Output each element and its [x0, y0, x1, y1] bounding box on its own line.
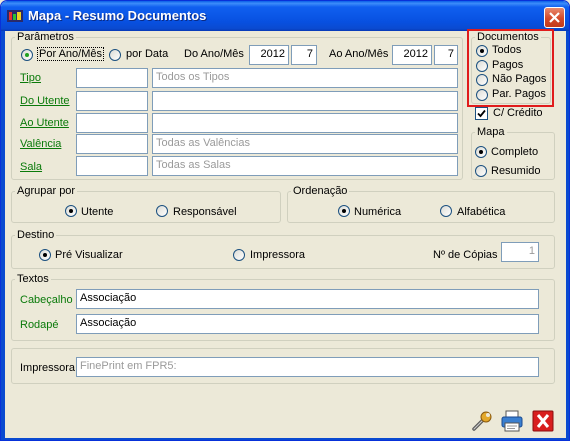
impressora-field: FinePrint em FPR5: — [76, 357, 539, 377]
valencia-description-field: Todas as Valências — [152, 134, 458, 154]
do-utente-description-field — [152, 91, 458, 111]
tipo-link[interactable]: Tipo — [20, 72, 41, 84]
radio-por-ano-mes[interactable] — [21, 49, 33, 61]
radio-nao-pagos[interactable] — [476, 74, 488, 86]
tipo-description-field: Todos os Tipos — [152, 68, 458, 88]
radio-responsavel[interactable] — [156, 205, 168, 217]
ao-utente-description-field — [152, 113, 458, 133]
do-mes-input[interactable]: 7 — [291, 45, 317, 65]
window-frame — [566, 31, 569, 440]
title-bar[interactable]: Mapa - Resumo Documentos — [1, 1, 569, 31]
checkmark-icon — [477, 109, 486, 118]
radio-impressora[interactable] — [233, 249, 245, 261]
rodape-label: Rodapé — [20, 319, 59, 331]
ordenacao-legend: Ordenação — [293, 185, 348, 197]
radio-impressora-label[interactable]: Impressora — [250, 249, 305, 261]
ao-ano-input[interactable]: 2012 — [392, 45, 432, 65]
cabecalho-input[interactable]: Associação — [76, 289, 539, 309]
agrupar-legend: Agrupar por — [17, 185, 76, 197]
ao-utente-link[interactable]: Ao Utente — [20, 117, 69, 129]
destino-legend: Destino — [17, 229, 55, 241]
radio-por-data[interactable] — [109, 49, 121, 61]
radio-utente[interactable] — [65, 205, 77, 217]
radio-completo-label[interactable]: Completo — [491, 146, 538, 158]
exit-icon[interactable] — [531, 409, 555, 433]
radio-numerica-label[interactable]: Numérica — [354, 206, 401, 218]
radio-completo[interactable] — [475, 146, 487, 158]
valencia-code-input[interactable] — [76, 134, 148, 154]
radio-todos-label[interactable]: Todos — [492, 44, 521, 56]
radio-todos[interactable] — [476, 45, 488, 57]
credito-checkbox[interactable] — [475, 107, 488, 120]
radio-alfabetica-label[interactable]: Alfabética — [457, 206, 505, 218]
radio-par-pagos-label[interactable]: Par. Pagos — [492, 88, 546, 100]
credito-label[interactable]: C/ Crédito — [493, 107, 543, 119]
sala-link[interactable]: Sala — [20, 161, 42, 173]
radio-pagos-label[interactable]: Pagos — [492, 59, 523, 71]
ao-ano-mes-label: Ao Ano/Mês — [329, 48, 389, 60]
impressora-label: Impressora — [20, 362, 76, 374]
radio-alfabetica[interactable] — [440, 205, 452, 217]
close-window-button[interactable] — [544, 7, 565, 28]
do-utente-link[interactable]: Do Utente — [20, 95, 70, 107]
copias-input[interactable]: 1 — [501, 242, 539, 262]
mapa-legend: Mapa — [477, 126, 505, 138]
close-icon — [549, 12, 560, 23]
rodape-input[interactable]: Associação — [76, 314, 539, 334]
radio-pre-visualizar[interactable] — [39, 249, 51, 261]
window-title: Mapa - Resumo Documentos — [28, 8, 207, 23]
sala-code-input[interactable] — [76, 156, 148, 176]
radio-pagos[interactable] — [476, 60, 488, 72]
wrench-icon[interactable] — [470, 409, 494, 433]
radio-pre-visualizar-label[interactable]: Pré Visualizar — [55, 249, 123, 261]
ao-utente-code-input[interactable] — [76, 113, 148, 133]
window-frame — [1, 31, 5, 440]
printer-icon[interactable] — [500, 409, 524, 433]
radio-utente-label[interactable]: Utente — [81, 206, 113, 218]
parametros-legend: Parâmetros — [17, 31, 74, 43]
por-ano-mes-text: Por Ano/Mês — [37, 47, 104, 61]
radio-por-data-label[interactable]: por Data — [126, 48, 168, 60]
radio-responsavel-label[interactable]: Responsável — [173, 206, 237, 218]
do-ano-input[interactable]: 2012 — [249, 45, 289, 65]
ao-mes-input[interactable]: 7 — [434, 45, 458, 65]
report-window: Mapa - Resumo Documentos Parâmetros Por … — [0, 0, 570, 441]
textos-legend: Textos — [17, 273, 49, 285]
documentos-legend: Documentos — [477, 31, 539, 43]
cabecalho-label: Cabeçalho — [20, 294, 73, 306]
ordenacao-group: Ordenação — [287, 185, 555, 223]
radio-resumido-label[interactable]: Resumido — [491, 165, 541, 177]
radio-par-pagos[interactable] — [476, 89, 488, 101]
copias-label: Nº de Cópias — [433, 249, 498, 261]
do-utente-code-input[interactable] — [76, 91, 148, 111]
do-ano-mes-label: Do Ano/Mês — [184, 48, 244, 60]
radio-nao-pagos-label[interactable]: Não Pagos — [492, 73, 546, 85]
radio-numerica[interactable] — [338, 205, 350, 217]
agrupar-group: Agrupar por — [11, 185, 281, 223]
app-icon — [7, 10, 23, 22]
tipo-code-input[interactable] — [76, 68, 148, 88]
radio-resumido[interactable] — [475, 165, 487, 177]
radio-por-ano-mes-label[interactable]: Por Ano/Mês — [37, 47, 104, 61]
valencia-link[interactable]: Valência — [20, 138, 61, 150]
sala-description-field: Todas as Salas — [152, 156, 458, 176]
